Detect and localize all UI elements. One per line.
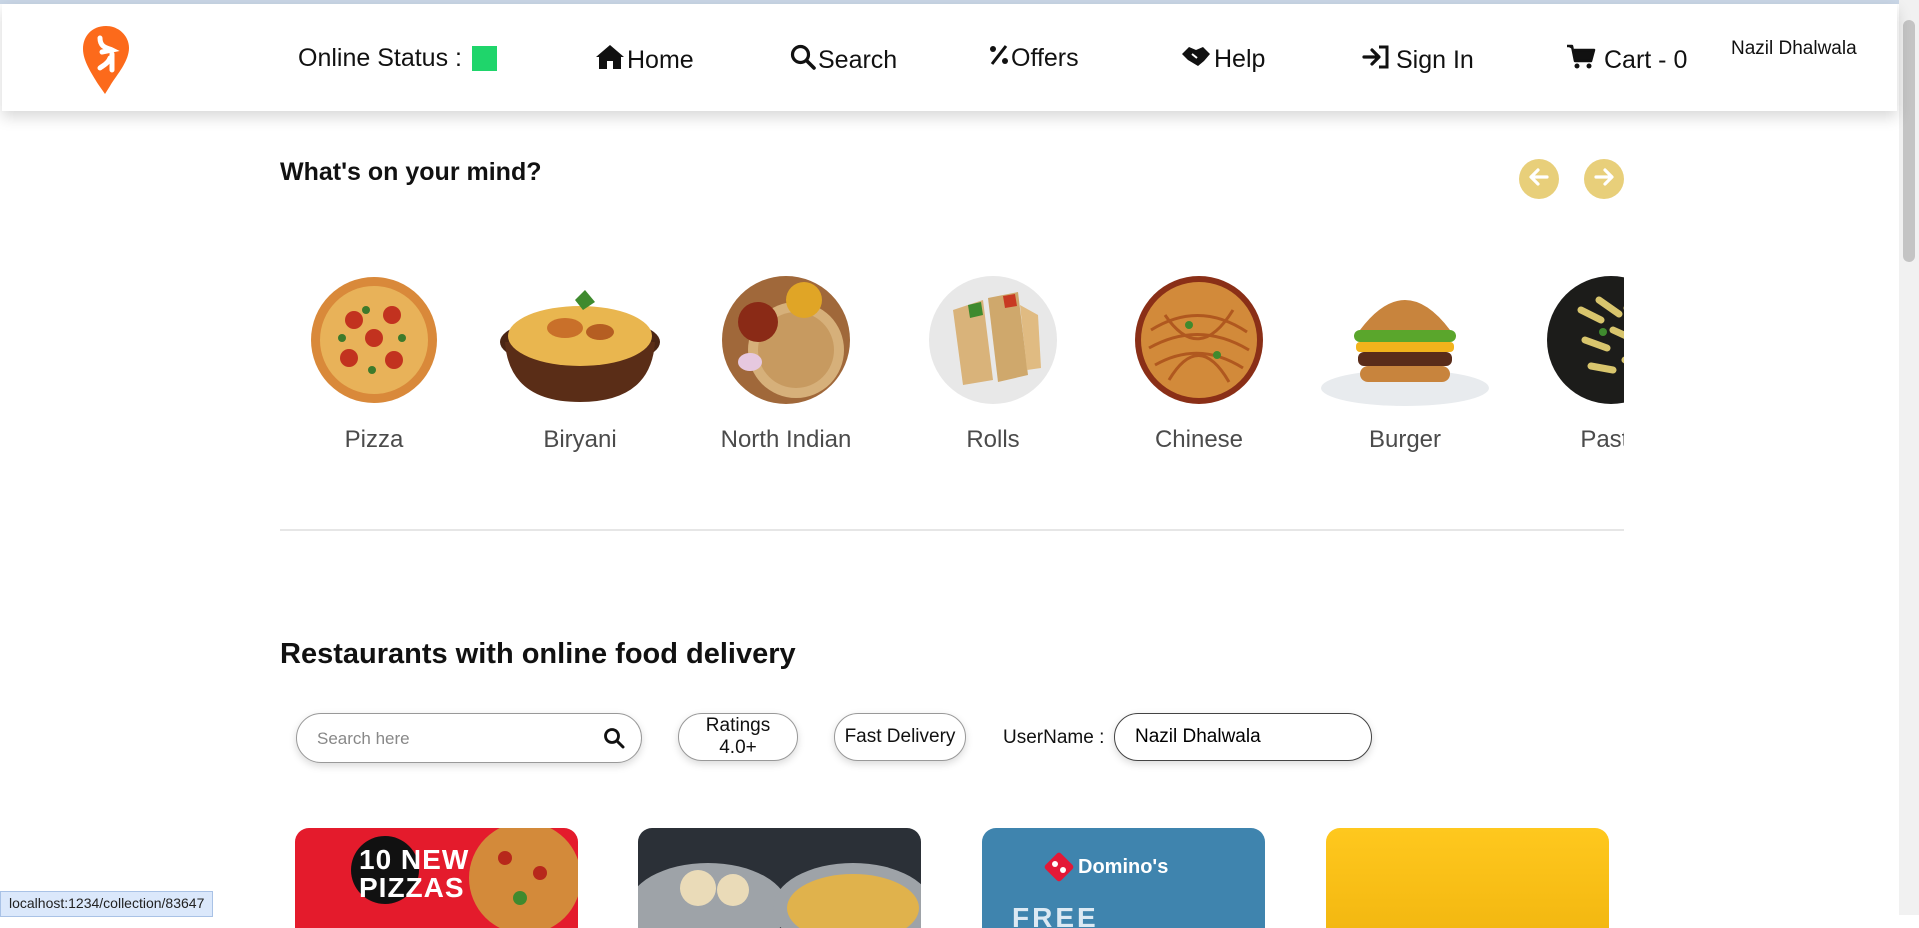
restaurant-card-3[interactable]: Domino's FREE DELIVERY	[982, 828, 1265, 928]
category-rolls[interactable]: Rolls	[908, 270, 1078, 453]
category-pizza[interactable]: Pizza	[289, 270, 459, 453]
category-burger[interactable]: Burger	[1320, 270, 1490, 453]
restaurant-card-1[interactable]: 10 NEW PIZZAS	[295, 828, 578, 928]
category-north-indian[interactable]: North Indian	[701, 270, 871, 453]
carousel-prev-button[interactable]	[1519, 159, 1559, 199]
nav-sign-in[interactable]: Sign In	[1362, 44, 1474, 77]
category-label: Biryani	[543, 426, 617, 453]
percent-icon	[989, 44, 1011, 73]
restaurant-card-4[interactable]	[1326, 828, 1609, 928]
username-label: UserName :	[1003, 727, 1105, 748]
arrow-left-icon	[1527, 165, 1551, 194]
carousel-next-button[interactable]	[1584, 159, 1624, 199]
restaurant-card-2[interactable]	[638, 828, 921, 928]
category-chinese[interactable]: Chinese	[1114, 270, 1284, 453]
north-indian-image	[722, 276, 850, 404]
burger-image	[1321, 300, 1489, 406]
arrow-right-icon	[1592, 165, 1616, 194]
category-label: Pasta	[1580, 426, 1624, 453]
biryani-image	[500, 290, 660, 402]
header: Online Status : Home Search Offers Help …	[2, 4, 1897, 111]
category-label: North Indian	[720, 426, 852, 453]
nav-cart[interactable]: Cart - 0	[1566, 44, 1687, 77]
handshake-icon	[1180, 44, 1214, 75]
rolls-image	[929, 276, 1057, 404]
username-input[interactable]	[1114, 713, 1372, 761]
nav-offers-label: Offers	[1011, 44, 1079, 72]
cart-icon	[1566, 44, 1598, 77]
nav-home-label: Home	[627, 46, 694, 74]
section-divider	[280, 529, 1624, 531]
restaurant-search-box	[296, 713, 642, 763]
link-status-url: localhost:1234/collection/83647	[0, 891, 214, 917]
scrollbar-thumb[interactable]	[1903, 20, 1915, 262]
user-name: Nazil Dhalwala	[1731, 38, 1857, 59]
nav-help-label: Help	[1214, 45, 1266, 73]
category-pasta[interactable]: Pasta	[1526, 270, 1624, 453]
pizza-image	[311, 277, 437, 403]
home-icon	[595, 44, 627, 77]
card-3-subtext: FREE DELIVERY	[1012, 902, 1099, 928]
nav-cart-label: Cart - 0	[1604, 46, 1688, 74]
chinese-image	[1135, 276, 1263, 404]
search-icon	[790, 44, 818, 77]
nav-search-label: Search	[818, 46, 898, 74]
online-status: Online Status :	[298, 44, 497, 73]
category-label: Rolls	[966, 426, 1020, 453]
swiggy-logo[interactable]	[82, 24, 130, 96]
ratings-filter-button[interactable]: Ratings 4.0+	[678, 713, 798, 761]
nav-help[interactable]: Help	[1180, 44, 1265, 75]
page-scrollbar[interactable]	[1899, 0, 1919, 915]
nav-sign-in-label: Sign In	[1396, 46, 1474, 74]
online-status-indicator	[471, 46, 497, 71]
nav-offers[interactable]: Offers	[989, 44, 1079, 73]
mind-title: What's on your mind?	[280, 158, 542, 186]
sign-in-icon	[1362, 44, 1392, 77]
nav-search[interactable]: Search	[790, 44, 897, 77]
category-label: Chinese	[1154, 426, 1244, 453]
food-bowls-image	[638, 863, 921, 928]
fast-delivery-filter-button[interactable]: Fast Delivery	[834, 713, 966, 761]
pasta-image	[1547, 276, 1624, 404]
card-3-text: Domino's	[1078, 856, 1169, 878]
nav-home[interactable]: Home	[595, 44, 694, 77]
card-1-text: 10 NEW PIZZAS	[359, 844, 470, 903]
category-biryani[interactable]: Biryani	[495, 270, 665, 453]
category-label: Burger	[1368, 426, 1442, 453]
restaurant-search-input[interactable]	[315, 724, 589, 754]
restaurants-title: Restaurants with online food delivery	[280, 638, 796, 670]
category-label: Pizza	[344, 426, 404, 453]
category-carousel: Pizza Biryani North Indian Rolls Chinese…	[280, 270, 1624, 470]
search-icon[interactable]	[603, 727, 625, 754]
online-status-label: Online Status :	[298, 44, 462, 72]
